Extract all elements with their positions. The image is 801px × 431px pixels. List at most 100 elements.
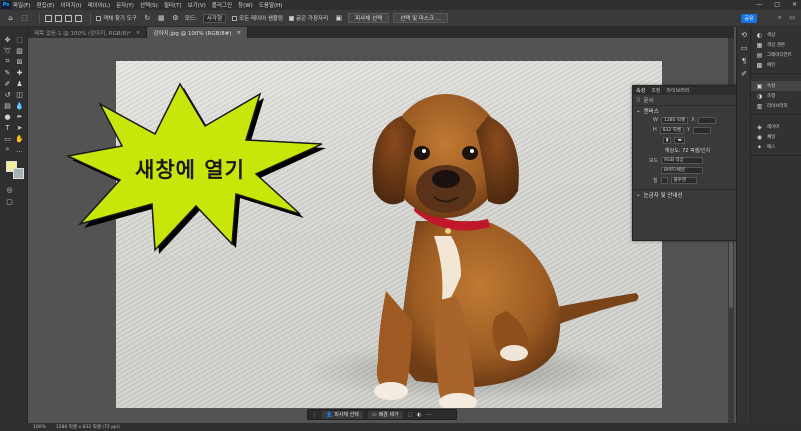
paragraph-icon[interactable]: ¶ (739, 56, 749, 66)
dock-patterns[interactable]: ▩ 패턴 (751, 60, 801, 70)
share-button[interactable]: 공유 (741, 14, 757, 23)
close-tab-icon[interactable]: × (237, 30, 242, 36)
close-icon[interactable]: ✕ (792, 1, 797, 8)
panel-icon-strip: ⟲ ▭ ¶ ✐ (736, 27, 750, 423)
select-and-mask-button[interactable]: 선택 및 마스크 ... (393, 13, 449, 23)
intersect-selection-icon[interactable] (75, 14, 82, 22)
bit-depth-dropdown[interactable]: 8비트/채널 (661, 166, 703, 174)
settings-icon[interactable]: ⚙ (171, 14, 180, 23)
object-finder-checkbox[interactable] (96, 15, 101, 21)
comment-icon[interactable]: ▭ (739, 43, 749, 53)
menu-image[interactable]: 이미지(I) (60, 1, 81, 9)
dock-paths[interactable]: ✦ 패스 (751, 142, 801, 152)
dock-libraries[interactable]: ▥ 라이브러리 (751, 101, 801, 111)
history-brush-tool-icon[interactable]: ↺ (3, 90, 12, 99)
history-icon[interactable]: ⟲ (739, 30, 749, 40)
quick-mask-icon[interactable]: ◎ (5, 185, 14, 194)
menu-file[interactable]: 파일(F) (13, 1, 31, 9)
remove-background-button[interactable]: ▭ 배경 제거 (367, 410, 403, 419)
menu-edit[interactable]: 편집(E) (37, 1, 55, 9)
divider (90, 13, 91, 23)
healing-tool-icon[interactable]: ✚ (15, 68, 24, 77)
menu-help[interactable]: 도움말(H) (259, 1, 283, 9)
landscape-icon[interactable]: ▬ (674, 136, 685, 144)
new-selection-icon[interactable] (45, 14, 52, 22)
dock-properties[interactable]: ▣ 속성 (751, 81, 801, 91)
subtract-selection-icon[interactable] (65, 14, 72, 22)
select-subject-task-button[interactable]: 👤 피사체 선택 (322, 410, 363, 419)
menu-view[interactable]: 보기(V) (188, 1, 206, 9)
dock-swatches[interactable]: ▦ 색상 견본 (751, 40, 801, 50)
eraser-tool-icon[interactable]: ◫ (15, 90, 24, 99)
workspace-icon[interactable]: ▭ (789, 14, 795, 22)
tab-puppy[interactable]: 강아지.jpg @ 100% (RGB/8#) × (147, 27, 249, 38)
width-field[interactable]: 1280 픽셀 (660, 116, 689, 124)
zoom-level[interactable]: 100% (33, 425, 46, 430)
frame-tool-icon[interactable]: ⊠ (15, 57, 24, 66)
add-selection-icon[interactable] (55, 14, 62, 22)
zoom-tool-icon[interactable]: ⌕ (3, 145, 12, 154)
tab-untitled[interactable]: 제목 없음-1 @ 100% (감아지, RGB/8)* × (28, 27, 148, 38)
sample-all-layers-checkbox[interactable] (232, 15, 238, 21)
tab-adjustments[interactable]: 조정 (651, 87, 660, 94)
lasso-tool-icon[interactable]: ➰ (3, 46, 12, 55)
shape-tool-icon[interactable]: ▭ (3, 134, 12, 143)
menu-type[interactable]: 문자(Y) (116, 1, 134, 9)
marquee-tool-icon[interactable]: ⬚ (15, 35, 24, 44)
more-icon[interactable]: ⋯ (427, 412, 432, 418)
minimize-icon[interactable]: — (756, 1, 762, 8)
menu-layer[interactable]: 레이어(L) (88, 1, 111, 9)
search-icon[interactable]: ⌕ (778, 14, 781, 22)
enhance-edge-checkbox[interactable] (289, 15, 295, 21)
brush-tool-icon[interactable]: ✐ (3, 79, 12, 88)
move-tool-icon[interactable]: ✥ (3, 35, 12, 44)
dock-gradients[interactable]: ▤ 그레이디언트 (751, 50, 801, 60)
gradient-tool-icon[interactable]: ▤ (3, 101, 12, 110)
crop-tool-icon[interactable]: ⌗ (3, 57, 12, 66)
height-field[interactable]: 832 픽셀 (659, 126, 685, 134)
adjust-icon[interactable]: ◐ (417, 412, 421, 418)
drag-handle-icon[interactable]: ⋮ (312, 412, 317, 418)
menu-filter[interactable]: 필터(T) (164, 1, 182, 9)
dock-channels[interactable]: ◉ 채널 (751, 132, 801, 142)
refresh-icon[interactable]: ↻ (143, 14, 152, 23)
more-tools-icon[interactable]: … (15, 145, 24, 154)
subject-mode-icon[interactable]: ▣ (334, 14, 343, 23)
eyedropper-tool-icon[interactable]: ✎ (3, 68, 12, 77)
background-color-swatch[interactable] (13, 168, 24, 179)
home-icon[interactable]: ⌂ (6, 14, 15, 23)
tab-properties[interactable]: 속성 (636, 87, 645, 94)
maximize-icon[interactable]: □ (774, 1, 780, 8)
y-field[interactable] (693, 126, 712, 134)
menu-select[interactable]: 선택(S) (140, 1, 158, 9)
path-select-tool-icon[interactable]: ➤ (15, 123, 24, 132)
canvas-section-header[interactable]: ⌄ 캔버스 (633, 105, 748, 115)
tool-preset-icon[interactable]: ⬚ (20, 14, 29, 23)
fill-dropdown[interactable]: 불투명 (670, 176, 697, 184)
hand-tool-icon[interactable]: ✋ (15, 134, 24, 143)
mode-dropdown[interactable]: 사각형 (202, 13, 227, 23)
object-select-tool-icon[interactable]: ▨ (15, 46, 24, 55)
mode-dropdown[interactable]: RGB 색상 (661, 156, 704, 164)
dock-layers[interactable]: ◈ 레이어 (751, 122, 801, 132)
screen-mode-icon[interactable]: ▢ (5, 197, 14, 206)
transform-icon[interactable]: ⬚ (408, 412, 413, 418)
dock-adjustments[interactable]: ◑ 조정 (751, 91, 801, 101)
blur-tool-icon[interactable]: 💧 (15, 101, 24, 110)
portrait-icon[interactable]: ▮ (663, 136, 672, 144)
dodge-tool-icon[interactable]: ● (3, 112, 12, 121)
fill-swatch[interactable] (660, 176, 668, 184)
close-tab-icon[interactable]: × (136, 30, 141, 36)
tab-libraries[interactable]: 라이브러리 (666, 87, 689, 94)
dock-color[interactable]: ◐ 색상 (751, 30, 801, 40)
menu-plugins[interactable]: 플러그인 (212, 1, 232, 9)
rulers-section-header[interactable]: ⌄ 눈금자 및 안내선 (633, 189, 748, 199)
stamp-tool-icon[interactable]: ♟ (15, 79, 24, 88)
select-subject-button[interactable]: 피사체 선택 (348, 13, 390, 23)
menu-window[interactable]: 창(W) (238, 1, 253, 9)
x-field[interactable] (697, 116, 716, 124)
type-tool-icon[interactable]: T (3, 123, 12, 132)
pen-tool-icon[interactable]: ✒ (15, 112, 24, 121)
overlay-icon[interactable]: ▦ (157, 14, 166, 23)
brush-settings-icon[interactable]: ✐ (739, 69, 749, 79)
